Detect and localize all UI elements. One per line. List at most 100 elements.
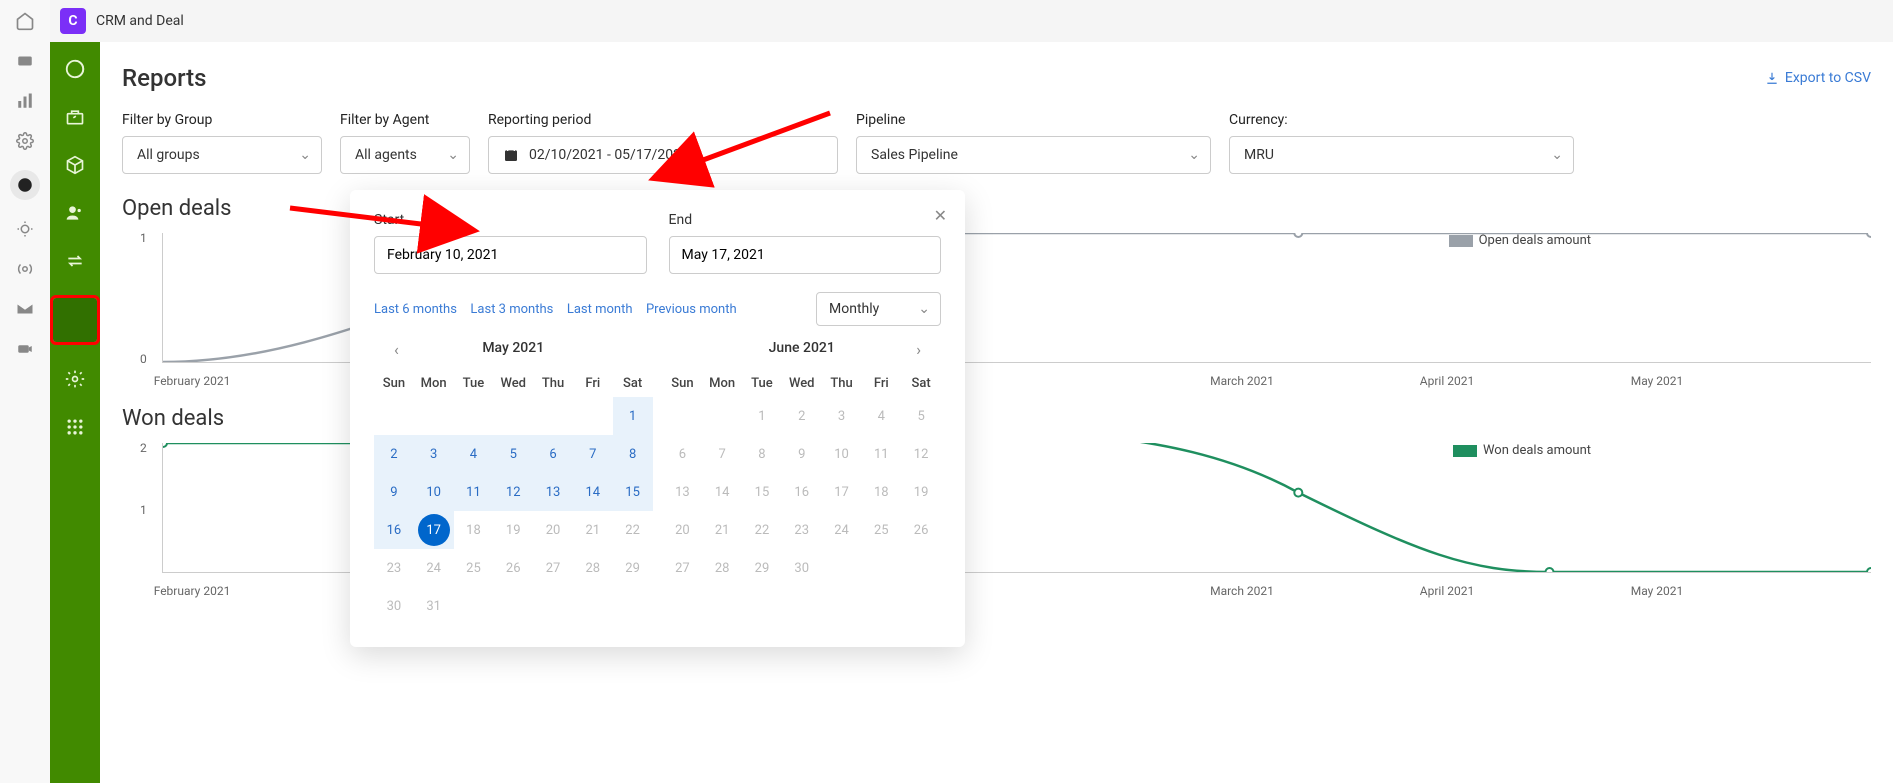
calendar-day[interactable]: 28 <box>573 549 613 587</box>
filter-currency-select[interactable]: MRU⌄ <box>1229 136 1574 174</box>
calendar-day[interactable]: 10 <box>822 435 862 473</box>
crm-app-icon[interactable] <box>10 170 40 200</box>
calendar-day[interactable]: 3 <box>822 397 862 435</box>
granularity-select[interactable]: Monthly⌄ <box>816 292 941 326</box>
filter-pipeline-select[interactable]: Sales Pipeline⌄ <box>856 136 1211 174</box>
bar-chart-icon[interactable] <box>14 90 36 112</box>
overview-icon[interactable] <box>63 57 87 81</box>
cube-icon[interactable] <box>63 153 87 177</box>
filter-group-select[interactable]: All groups⌄ <box>122 136 322 174</box>
calendar-day[interactable]: 2 <box>374 435 414 473</box>
calendar-day[interactable]: 31 <box>414 587 454 625</box>
filter-agent-select[interactable]: All agents⌄ <box>340 136 470 174</box>
gear-icon[interactable] <box>14 130 36 152</box>
calendar-day[interactable]: 30 <box>782 549 822 587</box>
calendar-day[interactable]: 4 <box>454 435 494 473</box>
calendar-day[interactable]: 11 <box>454 473 494 511</box>
calendar-day[interactable]: 15 <box>613 473 653 511</box>
calendar-day[interactable]: 24 <box>414 549 454 587</box>
calendar-day[interactable]: 8 <box>742 435 782 473</box>
prev-month-arrow[interactable]: ‹ <box>388 340 405 359</box>
calendar-day[interactable]: 30 <box>374 587 414 625</box>
calendar-day[interactable]: 1 <box>742 397 782 435</box>
calendar-day[interactable]: 29 <box>613 549 653 587</box>
calendar-day[interactable]: 19 <box>493 511 533 549</box>
calendar-day[interactable]: 11 <box>861 435 901 473</box>
people-icon[interactable] <box>63 201 87 225</box>
calendar-day[interactable]: 5 <box>901 397 941 435</box>
calendar-day[interactable]: 8 <box>613 435 653 473</box>
last-6-months-link[interactable]: Last 6 months <box>374 302 457 317</box>
calendar-day[interactable]: 18 <box>454 511 494 549</box>
broadcast-icon[interactable] <box>14 258 36 280</box>
home-icon[interactable] <box>14 10 36 32</box>
calendar-day[interactable]: 6 <box>533 435 573 473</box>
calendar-day[interactable]: 12 <box>901 435 941 473</box>
previous-month-link[interactable]: Previous month <box>646 302 737 317</box>
mail-icon[interactable] <box>14 298 36 320</box>
calendar-day[interactable]: 27 <box>533 549 573 587</box>
reports-icon[interactable] <box>52 297 98 343</box>
transfer-icon[interactable] <box>63 249 87 273</box>
calendar-day[interactable]: 10 <box>414 473 454 511</box>
calendar-day[interactable]: 29 <box>742 549 782 587</box>
calendar-day[interactable]: 22 <box>742 511 782 549</box>
calendar-day[interactable]: 13 <box>663 473 703 511</box>
calendar-day[interactable]: 21 <box>702 511 742 549</box>
calendar-day[interactable]: 25 <box>454 549 494 587</box>
calendar-day[interactable]: 5 <box>493 435 533 473</box>
calendar-day[interactable]: 26 <box>493 549 533 587</box>
quick-range-links: Last 6 months Last 3 months Last month P… <box>374 301 747 317</box>
next-month-arrow[interactable]: › <box>910 340 927 359</box>
calendar-day[interactable]: 9 <box>782 435 822 473</box>
start-date-input[interactable] <box>374 236 647 274</box>
calendar-day[interactable]: 25 <box>861 511 901 549</box>
calendar-day[interactable]: 12 <box>493 473 533 511</box>
calendar-day[interactable]: 20 <box>533 511 573 549</box>
calendar-day-selected[interactable]: 17 <box>414 511 454 549</box>
calendar-day[interactable]: 23 <box>374 549 414 587</box>
calendar-day[interactable]: 22 <box>613 511 653 549</box>
calendar-day[interactable]: 20 <box>663 511 703 549</box>
last-3-months-link[interactable]: Last 3 months <box>470 302 553 317</box>
calendar-day[interactable]: 3 <box>414 435 454 473</box>
calendar-day[interactable]: 27 <box>663 549 703 587</box>
calendar-day[interactable]: 4 <box>861 397 901 435</box>
calendar-day[interactable]: 23 <box>782 511 822 549</box>
calendar-day[interactable]: 13 <box>533 473 573 511</box>
settings-icon[interactable] <box>63 367 87 391</box>
calendar-day[interactable]: 19 <box>901 473 941 511</box>
close-icon[interactable]: ✕ <box>934 206 947 225</box>
inbox-icon[interactable] <box>14 50 36 72</box>
calendar-day[interactable]: 6 <box>663 435 703 473</box>
y-tick: 2 <box>140 441 147 455</box>
y-tick: 0 <box>140 352 147 366</box>
end-date-input[interactable] <box>669 236 942 274</box>
calendar-day[interactable]: 14 <box>702 473 742 511</box>
calendar-day[interactable]: 14 <box>573 473 613 511</box>
calendar-day[interactable]: 17 <box>822 473 862 511</box>
weather-icon[interactable] <box>14 218 36 240</box>
video-icon[interactable] <box>14 338 36 360</box>
calendar-day[interactable]: 18 <box>861 473 901 511</box>
calendar-day[interactable]: 7 <box>702 435 742 473</box>
calendar-day[interactable]: 28 <box>702 549 742 587</box>
briefcase-icon[interactable] <box>63 105 87 129</box>
calendar-day[interactable]: 1 <box>613 397 653 435</box>
calendar-day[interactable]: 15 <box>742 473 782 511</box>
calendar-day[interactable]: 9 <box>374 473 414 511</box>
last-month-link[interactable]: Last month <box>567 302 633 317</box>
calendar-day[interactable]: 21 <box>573 511 613 549</box>
calendar-day[interactable]: 7 <box>573 435 613 473</box>
calendar-day[interactable]: 2 <box>782 397 822 435</box>
calendar-day[interactable]: 26 <box>901 511 941 549</box>
apps-icon[interactable] <box>63 415 87 439</box>
app-logo: C <box>60 8 86 34</box>
calendar-day[interactable]: 24 <box>822 511 862 549</box>
filter-period-select[interactable]: 02/10/2021 - 05/17/2021 <box>488 136 838 174</box>
y-tick: 1 <box>140 503 147 517</box>
calendar-day[interactable]: 16 <box>374 511 414 549</box>
date-range-popover: ✕ Start End Last 6 months Last 3 months … <box>350 190 965 647</box>
export-csv-link[interactable]: Export to CSV <box>1765 70 1871 86</box>
calendar-day[interactable]: 16 <box>782 473 822 511</box>
